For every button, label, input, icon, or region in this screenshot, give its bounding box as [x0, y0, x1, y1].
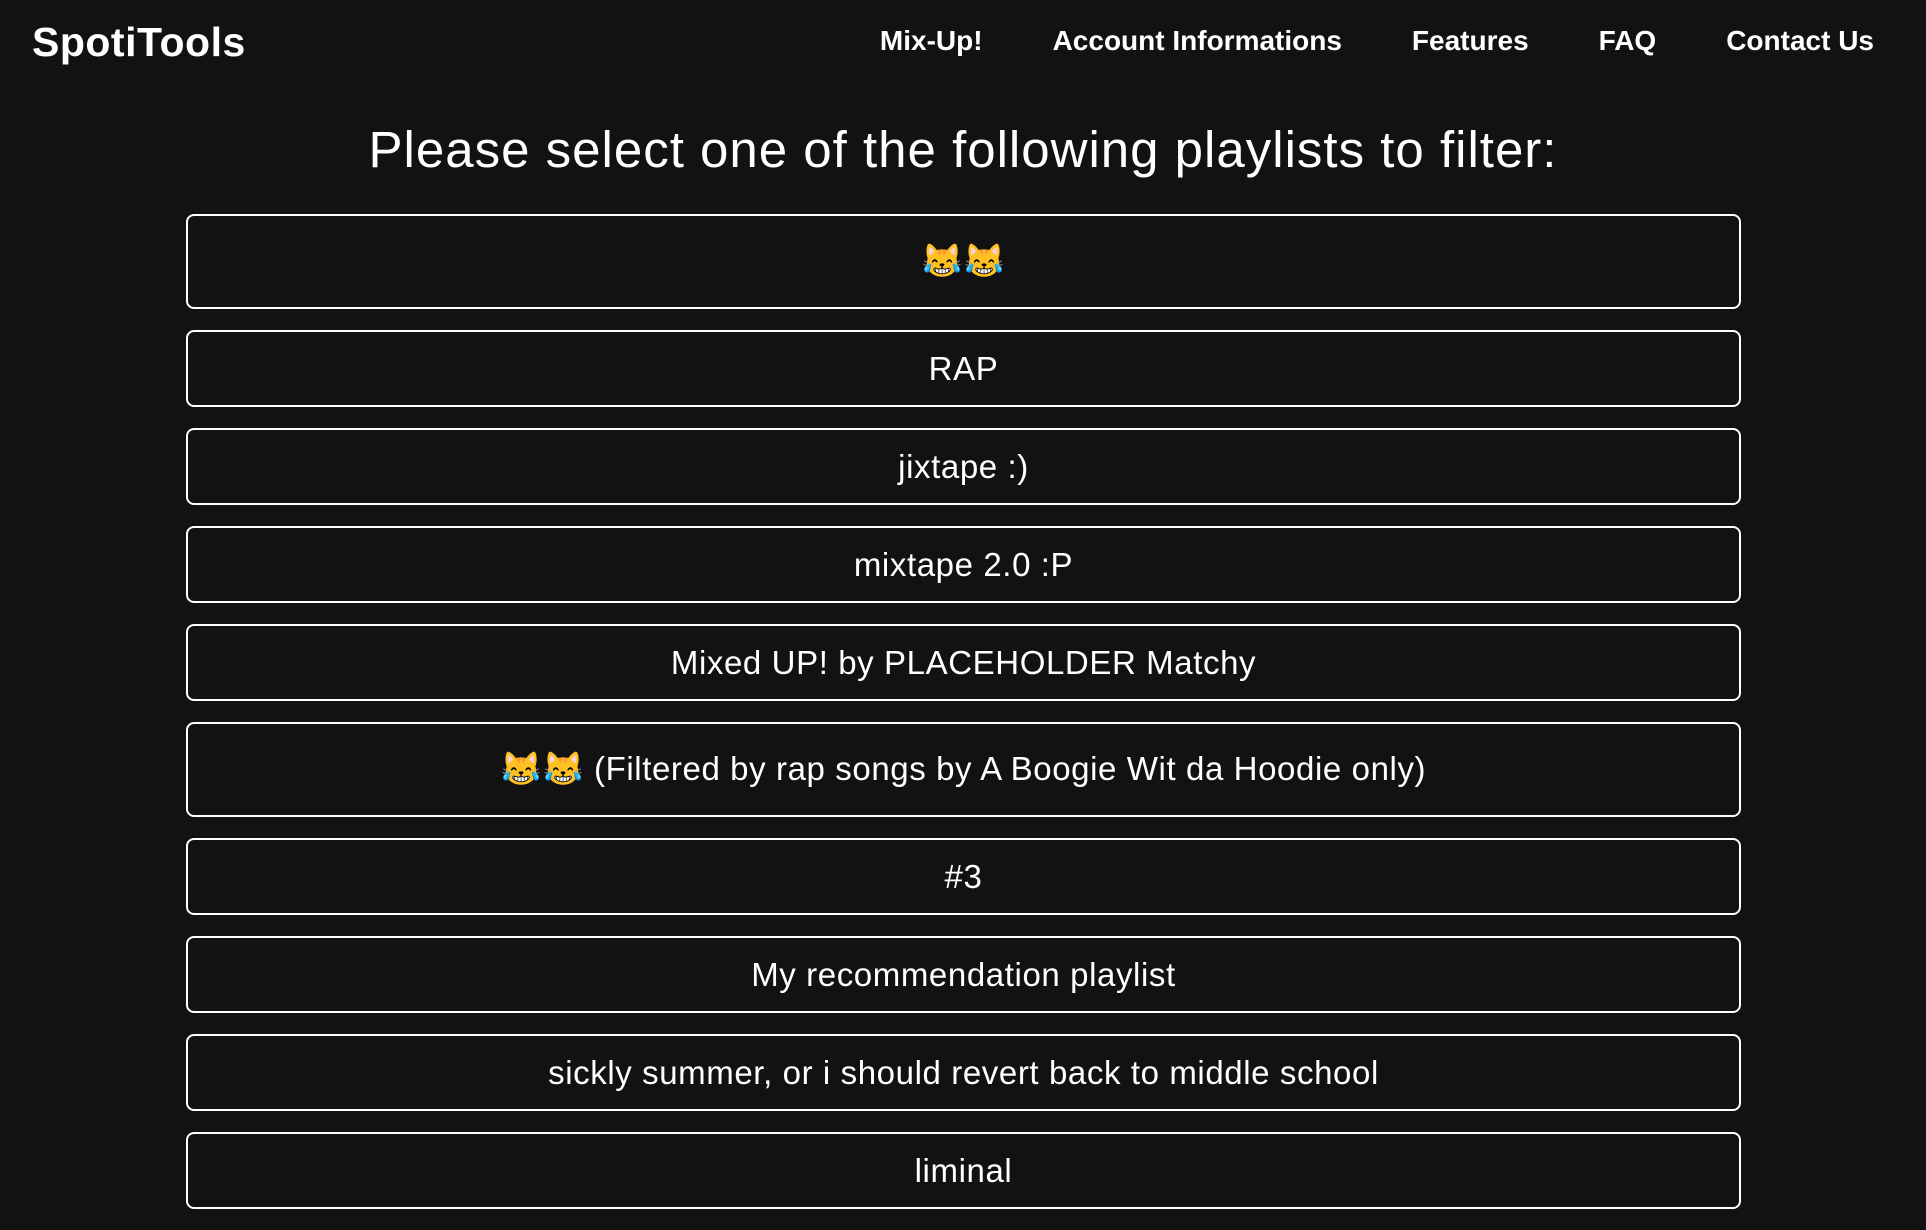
nav-faq[interactable]: FAQ: [1599, 20, 1657, 62]
nav-features[interactable]: Features: [1412, 20, 1529, 62]
playlist-button[interactable]: 😹😹 (Filtered by rap songs by A Boogie Wi…: [186, 722, 1741, 817]
playlist-button[interactable]: #3: [186, 838, 1741, 915]
playlist-button[interactable]: liminal: [186, 1132, 1741, 1209]
playlist-button[interactable]: mixtape 2.0 :P: [186, 526, 1741, 603]
playlist-button[interactable]: My recommendation playlist: [186, 936, 1741, 1013]
playlist-button[interactable]: jixtape :): [186, 428, 1741, 505]
nav-links: Mix-Up! Account Informations Features FA…: [810, 20, 1874, 62]
playlist-button[interactable]: 😹😹: [186, 214, 1741, 309]
page-title: Please select one of the following playl…: [368, 121, 1558, 178]
nav-contact-us[interactable]: Contact Us: [1726, 20, 1874, 62]
playlist-button[interactable]: Mixed UP! by PLACEHOLDER Matchy: [186, 624, 1741, 701]
playlist-button[interactable]: sickly summer, or i should revert back t…: [186, 1034, 1741, 1111]
playlist-button[interactable]: RAP: [186, 330, 1741, 407]
nav-account-informations[interactable]: Account Informations: [1053, 20, 1342, 62]
playlist-list: 😹😹 RAP jixtape :) mixtape 2.0 :P Mixed U…: [186, 214, 1741, 1230]
nav-mix-up[interactable]: Mix-Up!: [880, 20, 983, 62]
brand-logo[interactable]: SpotiTools: [32, 16, 246, 68]
top-navbar: SpotiTools Mix-Up! Account Informations …: [0, 0, 1926, 84]
